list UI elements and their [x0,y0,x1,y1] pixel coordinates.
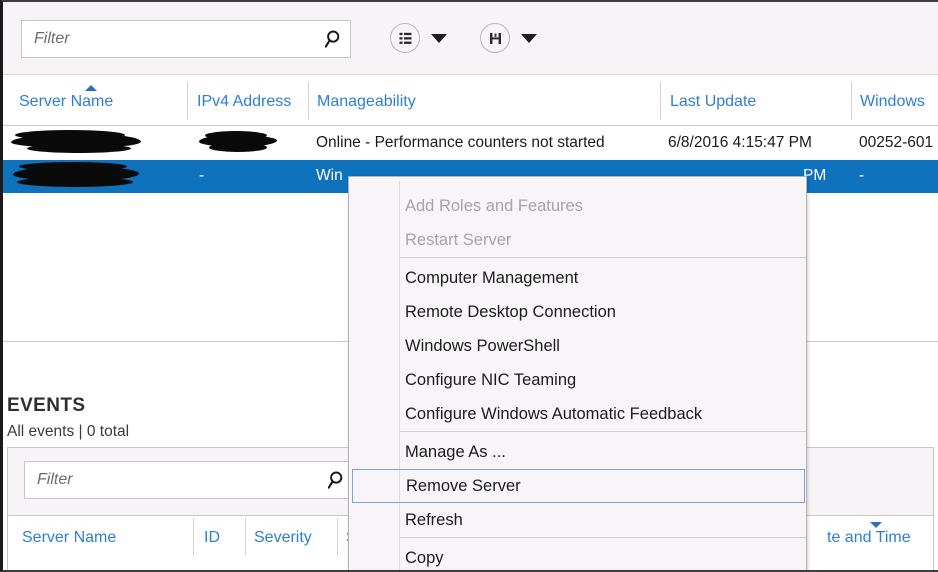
column-divider[interactable] [245,518,246,556]
column-header-last-update[interactable]: Last Update [670,93,756,111]
column-divider[interactable] [308,82,309,120]
servers-filter-box[interactable] [21,20,351,58]
chevron-down-icon [521,33,537,43]
cell-windows: - [859,167,865,184]
column-divider[interactable] [187,82,188,120]
column-header-windows[interactable]: Windows [860,93,925,111]
menu-item-configure-windows-automatic-feedback[interactable]: Configure Windows Automatic Feedback [350,397,807,431]
column-header-server-name[interactable]: Server Name [22,529,116,547]
menu-item-computer-management[interactable]: Computer Management [350,261,807,295]
events-title: EVENTS [7,395,86,416]
menu-item-copy[interactable]: Copy [350,541,807,570]
menu-item-restart-server: Restart Server [350,223,807,257]
menu-item-windows-powershell[interactable]: Windows PowerShell [350,329,807,363]
cell-last-update: 6/8/2016 4:15:47 PM [668,134,812,151]
list-view-chevron-down-icon[interactable] [428,23,450,53]
cell-windows: 00252-601 [859,134,934,151]
save-chevron-down-icon[interactable] [518,23,540,53]
server-context-menu: Add Roles and Features Restart Server Co… [348,176,807,570]
list-view-icon[interactable] [390,23,420,53]
column-divider[interactable] [337,518,338,556]
column-header-manageability[interactable]: Manageability [317,93,416,111]
menu-separator [400,431,806,432]
menu-item-configure-nic-teaming[interactable]: Configure NIC Teaming [350,363,807,397]
menu-item-manage-as[interactable]: Manage As ... [350,435,807,469]
table-row[interactable]: Online - Performance counters not starte… [3,127,938,160]
column-header-date-and-time[interactable]: te and Time [827,529,911,547]
menu-item-label: Windows PowerShell [405,336,560,355]
sort-ascending-icon [85,85,97,91]
column-header-id[interactable]: ID [204,529,220,547]
chevron-down-icon [431,33,447,43]
servers-table-header: Server Name IPv4 Address Manageability L… [3,76,938,126]
menu-item-label: Configure NIC Teaming [405,370,577,389]
servers-filter-input[interactable] [22,21,320,57]
menu-item-refresh[interactable]: Refresh [350,503,807,537]
events-subtitle: All events | 0 total [7,423,130,440]
menu-item-add-roles-and-features: Add Roles and Features [350,189,807,223]
redacted-ipv4-address [199,131,277,152]
events-filter-box[interactable] [24,461,354,499]
servers-toolbar [3,2,938,75]
menu-item-remote-desktop-connection[interactable]: Remote Desktop Connection [350,295,807,329]
menu-item-label: Restart Server [405,230,512,249]
menu-item-label: Copy [405,548,444,567]
column-header-ipv4-address[interactable]: IPv4 Address [197,93,291,111]
menu-separator [400,257,806,258]
redacted-server-name [13,162,139,187]
cell-manageability: Online - Performance counters not starte… [316,134,605,151]
column-header-server-name[interactable]: Server Name [19,93,113,111]
cell-manageability: Win [316,167,343,184]
menu-item-label: Computer Management [405,268,579,287]
redacted-server-name [11,130,141,153]
server-manager-window: Server Name IPv4 Address Manageability L… [0,0,938,572]
column-divider[interactable] [660,82,661,120]
search-icon[interactable] [320,21,350,57]
events-filter-input[interactable] [25,462,323,498]
column-header-severity[interactable]: Severity [254,529,312,547]
menu-item-label: Refresh [405,510,463,529]
column-divider[interactable] [193,518,194,556]
column-divider[interactable] [851,82,852,120]
cell-ipv4-address: - [199,167,205,184]
menu-separator [400,537,806,538]
menu-item-label: Add Roles and Features [405,196,583,215]
menu-item-label: Remove Server [406,476,521,495]
menu-item-label: Manage As ... [405,442,506,461]
save-floppy-icon[interactable] [480,23,510,53]
sort-descending-icon [870,522,882,528]
menu-item-label: Remote Desktop Connection [405,302,616,321]
menu-item-label: Configure Windows Automatic Feedback [405,404,703,423]
menu-item-remove-server[interactable]: Remove Server [352,469,805,503]
